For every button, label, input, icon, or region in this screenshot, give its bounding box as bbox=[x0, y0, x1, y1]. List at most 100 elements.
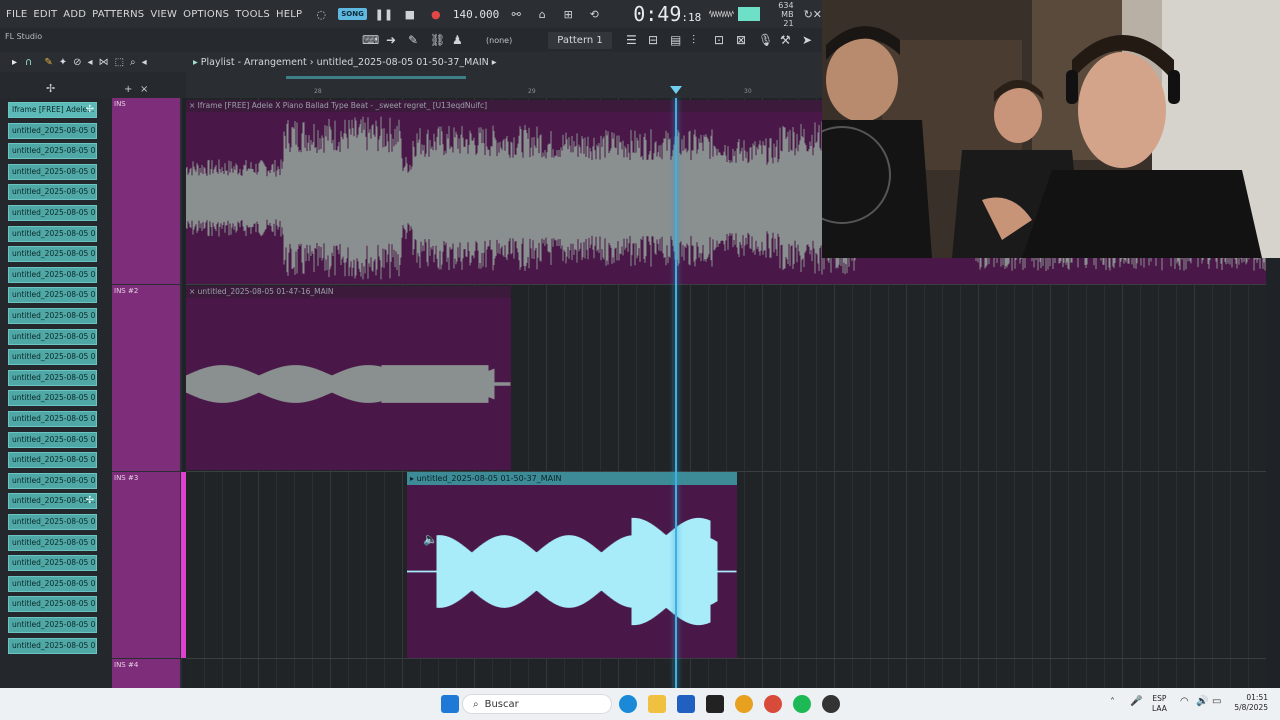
paint-tool-icon[interactable]: ✦ bbox=[59, 57, 67, 68]
step-icon[interactable]: ⊞ bbox=[559, 5, 577, 23]
picker-item[interactable]: untitled_2025-08-05 01-... bbox=[8, 266, 97, 283]
picker-item[interactable]: untitled_2025-08-05 01-... bbox=[8, 369, 97, 386]
track-label-1[interactable]: INS bbox=[112, 98, 180, 284]
pattern-selector[interactable]: Pattern 1 bbox=[548, 32, 612, 49]
refresh-icon[interactable]: ◌ bbox=[312, 5, 330, 23]
language-indicator[interactable]: ESP LAA bbox=[1152, 694, 1167, 714]
fl-studio-icon[interactable] bbox=[735, 695, 753, 713]
mute-tool-icon[interactable]: ◂ bbox=[88, 57, 93, 68]
menu-item-edit[interactable]: EDIT bbox=[33, 9, 57, 20]
drag-icon[interactable]: ✢ bbox=[86, 103, 94, 117]
capcut-icon[interactable] bbox=[706, 695, 724, 713]
link-icon[interactable]: ⛓ bbox=[430, 33, 445, 47]
picker-item[interactable]: untitled_2025-08-05 01-... bbox=[8, 349, 97, 366]
picker-item[interactable]: untitled_2025-08-05 01-... bbox=[8, 246, 97, 263]
pause-button[interactable]: ❚❚ bbox=[375, 5, 393, 23]
microphone-icon[interactable]: 🎤 bbox=[1130, 696, 1142, 707]
menu-item-help[interactable]: HELP bbox=[276, 9, 302, 20]
picker-item[interactable]: untitled_2025-08-05 01-... bbox=[8, 452, 97, 469]
delete-tool-icon[interactable]: ⊘ bbox=[73, 57, 81, 68]
mixer-icon[interactable]: ⫶ bbox=[692, 33, 695, 48]
edge-icon[interactable] bbox=[619, 695, 637, 713]
channel-selector[interactable]: (none) bbox=[486, 36, 512, 45]
play-arrow-icon[interactable]: ▸ bbox=[12, 57, 17, 68]
menu-item-patterns[interactable]: PATTERNS bbox=[92, 9, 144, 20]
file-explorer-icon[interactable] bbox=[648, 695, 666, 713]
channel-rack-icon[interactable]: ▤ bbox=[670, 33, 681, 47]
picker-item[interactable]: untitled_2025-08-05... ✢ bbox=[8, 493, 97, 510]
song-mode-button[interactable]: SONG bbox=[338, 8, 367, 20]
picker-item[interactable]: untitled_2025-08-05 01-... bbox=[8, 287, 97, 304]
picker-item[interactable]: untitled_2025-08-05 01-... bbox=[8, 143, 97, 160]
playback-tool-icon[interactable]: ◂ bbox=[142, 57, 147, 68]
mic-icon[interactable]: 🎙 bbox=[758, 33, 773, 47]
playlist-icon[interactable]: ☰ bbox=[626, 33, 637, 47]
picker-toggle-icon[interactable]: ✢ bbox=[46, 82, 55, 95]
browser-icon[interactable]: ⊡ bbox=[714, 33, 724, 47]
system-clock[interactable]: 01:51 5/8/2025 bbox=[1234, 693, 1268, 713]
wifi-icon[interactable]: ◠ bbox=[1180, 696, 1189, 707]
select-tool-icon[interactable]: ⬚ bbox=[115, 57, 124, 68]
plugin-icon[interactable]: ⊠ bbox=[736, 33, 746, 47]
menu-item-file[interactable]: FILE bbox=[6, 9, 27, 20]
picker-item[interactable]: untitled_2025-08-05 01-... bbox=[8, 575, 97, 592]
track-label-2[interactable]: INS #2 bbox=[112, 285, 180, 471]
picker-item[interactable]: untitled_2025-08-05 01-... bbox=[8, 328, 97, 345]
add-track-icon[interactable]: + bbox=[124, 84, 132, 95]
remove-track-icon[interactable]: × bbox=[140, 84, 148, 95]
close-icon[interactable]: ✕ bbox=[813, 5, 822, 23]
picker-item[interactable]: untitled_2025-08-05 01-... bbox=[8, 411, 97, 427]
wait-icon[interactable]: ⌂ bbox=[533, 5, 551, 23]
volume-icon[interactable]: 🔊 bbox=[1196, 696, 1208, 707]
stamp-icon[interactable]: ♟ bbox=[452, 33, 463, 47]
menu-item-tools[interactable]: TOOLS bbox=[235, 9, 270, 20]
menu-item-options[interactable]: OPTIONS bbox=[183, 9, 229, 20]
menu-item-view[interactable]: VIEW bbox=[150, 9, 177, 20]
metronome-icon[interactable]: ⚯ bbox=[507, 5, 525, 23]
picker-item[interactable]: untitled_2025-08-05 01-... bbox=[8, 431, 97, 448]
loop-icon[interactable]: ⟲ bbox=[585, 5, 603, 23]
picker-item[interactable]: untitled_2025-08-05 01-... bbox=[8, 308, 97, 324]
picker-item[interactable]: Iframe [FREE] Adele... ✢ bbox=[8, 102, 97, 118]
drag-icon[interactable]: ✢ bbox=[86, 494, 94, 508]
picker-item[interactable]: untitled_2025-08-05 01-... bbox=[8, 514, 97, 530]
tools-icon[interactable]: ⚒ bbox=[780, 33, 791, 47]
picker-item[interactable]: untitled_2025-08-05 01-... bbox=[8, 637, 97, 654]
menu-item-add[interactable]: ADD bbox=[63, 9, 86, 20]
picker-item[interactable]: untitled_2025-08-05 01-... bbox=[8, 163, 97, 180]
picker-item[interactable]: untitled_2025-08-05 01-... bbox=[8, 225, 97, 242]
slice-tool-icon[interactable]: ⋈ bbox=[99, 57, 109, 68]
magnet-icon[interactable]: ∩ bbox=[25, 57, 32, 68]
taskbar-search[interactable]: ⌕ Buscar bbox=[462, 694, 612, 714]
track-label-3[interactable]: INS #3 bbox=[112, 472, 180, 658]
picker-item[interactable]: untitled_2025-08-05 01-... bbox=[8, 122, 97, 139]
playhead-marker[interactable] bbox=[670, 86, 682, 94]
track-label-4[interactable]: INS #4 bbox=[112, 659, 180, 688]
picker-item[interactable]: untitled_2025-08-05 01-... bbox=[8, 390, 97, 407]
stop-button[interactable]: ■ bbox=[401, 5, 419, 23]
obs-icon[interactable] bbox=[822, 695, 840, 713]
picker-item[interactable]: untitled_2025-08-05 01-... bbox=[8, 472, 97, 489]
piano-roll-icon[interactable]: ⊟ bbox=[648, 33, 658, 47]
picker-item[interactable]: untitled_2025-08-05 01-... bbox=[8, 596, 97, 613]
keyboard-icon[interactable]: ⌨ bbox=[362, 33, 379, 47]
record-button[interactable]: ● bbox=[427, 5, 445, 23]
picker-item[interactable]: untitled_2025-08-05 01-... bbox=[8, 555, 97, 572]
picker-item[interactable]: untitled_2025-08-05 01-... bbox=[8, 184, 97, 201]
tempo-display[interactable]: 140.000 bbox=[453, 8, 499, 21]
arrow-right-icon[interactable]: ➜ bbox=[386, 33, 396, 47]
pencil-icon[interactable]: ✎ bbox=[408, 33, 418, 47]
chevron-up-icon[interactable]: ˄ bbox=[1110, 697, 1115, 708]
picker-item[interactable]: untitled_2025-08-05 01-... bbox=[8, 534, 97, 551]
picker-item[interactable]: untitled_2025-08-05 01-... bbox=[8, 617, 97, 633]
audio-clip-vocal-2[interactable]: ▸ untitled_2025-08-05 01-50-37_MAIN 🔈 bbox=[407, 472, 737, 658]
reset-icon[interactable]: ↻ bbox=[804, 5, 813, 23]
store-icon[interactable] bbox=[677, 695, 695, 713]
windows-start-icon[interactable] bbox=[441, 695, 459, 713]
spotify-icon[interactable] bbox=[793, 695, 811, 713]
zoom-tool-icon[interactable]: ⌕ bbox=[130, 57, 136, 68]
picker-item[interactable]: untitled_2025-08-05 01-... bbox=[8, 205, 97, 221]
timeline-ruler[interactable]: 28 29 30 bbox=[186, 72, 822, 98]
chrome-icon[interactable] bbox=[764, 695, 782, 713]
battery-icon[interactable]: ▭ bbox=[1212, 696, 1221, 707]
